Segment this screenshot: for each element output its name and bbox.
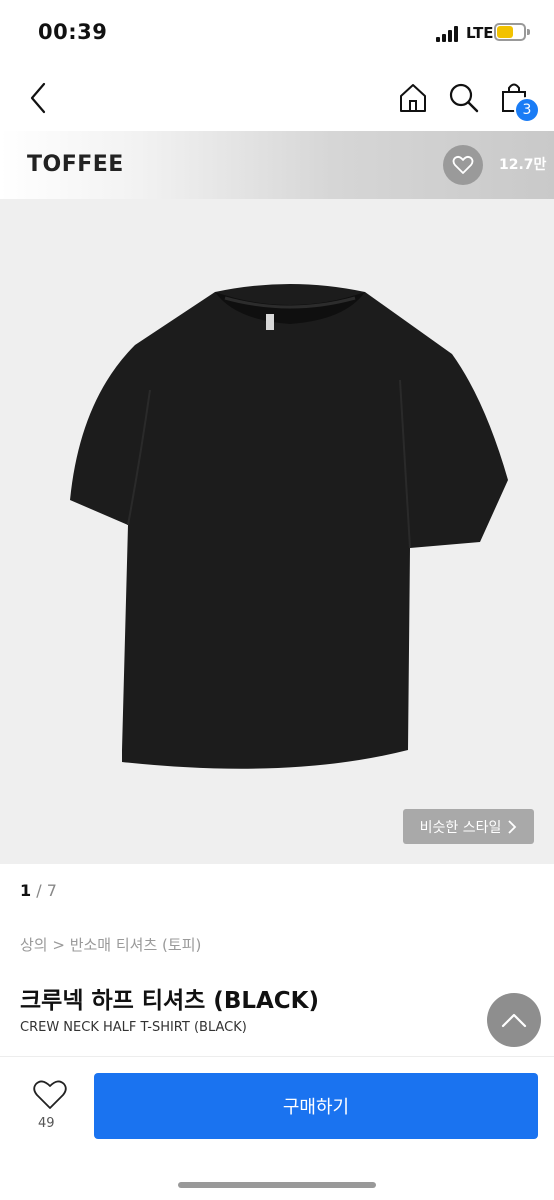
similar-style-button[interactable]: 비슷한 스타일 (403, 809, 534, 844)
heart-icon (452, 155, 474, 174)
heart-outline-icon (33, 1080, 67, 1109)
pager-separator: / (31, 881, 47, 900)
chevron-up-icon (501, 1013, 527, 1028)
signal-icon (436, 26, 460, 42)
network-label: LTE (466, 24, 494, 42)
home-button[interactable] (398, 82, 428, 114)
search-icon (449, 83, 479, 113)
bottom-divider (0, 1056, 554, 1057)
battery-icon (494, 23, 526, 41)
search-button[interactable] (448, 82, 480, 114)
product-tshirt-image (70, 284, 508, 769)
brand-name[interactable]: TOFFEE (27, 152, 124, 177)
image-pager: 1 / 7 (20, 881, 57, 900)
buy-button[interactable]: 구매하기 (94, 1073, 538, 1139)
pager-total: 7 (46, 881, 57, 900)
brand-like-count: 12.7만 (499, 157, 547, 173)
status-time: 00:39 (38, 20, 108, 44)
pager-current: 1 (20, 881, 32, 900)
battery-tip (527, 29, 530, 35)
chevron-left-icon (30, 82, 46, 114)
like-count: 49 (38, 1116, 55, 1131)
breadcrumb[interactable]: 상의 > 반소매 티셔츠 (토피) (20, 934, 201, 955)
similar-style-label: 비슷한 스타일 (419, 819, 502, 836)
chevron-right-icon (508, 819, 517, 834)
back-button[interactable] (28, 80, 52, 116)
product-subtitle: CREW NECK HALF T-SHIRT (BLACK) (20, 1020, 247, 1035)
brand-like-button[interactable] (443, 145, 483, 185)
home-icon (400, 84, 426, 112)
cart-count-badge: 3 (514, 97, 540, 123)
product-title: 크루넥 하프 티셔츠 (BLACK) (20, 988, 320, 1014)
scroll-to-top-button[interactable] (487, 993, 541, 1047)
home-indicator (178, 1182, 376, 1188)
